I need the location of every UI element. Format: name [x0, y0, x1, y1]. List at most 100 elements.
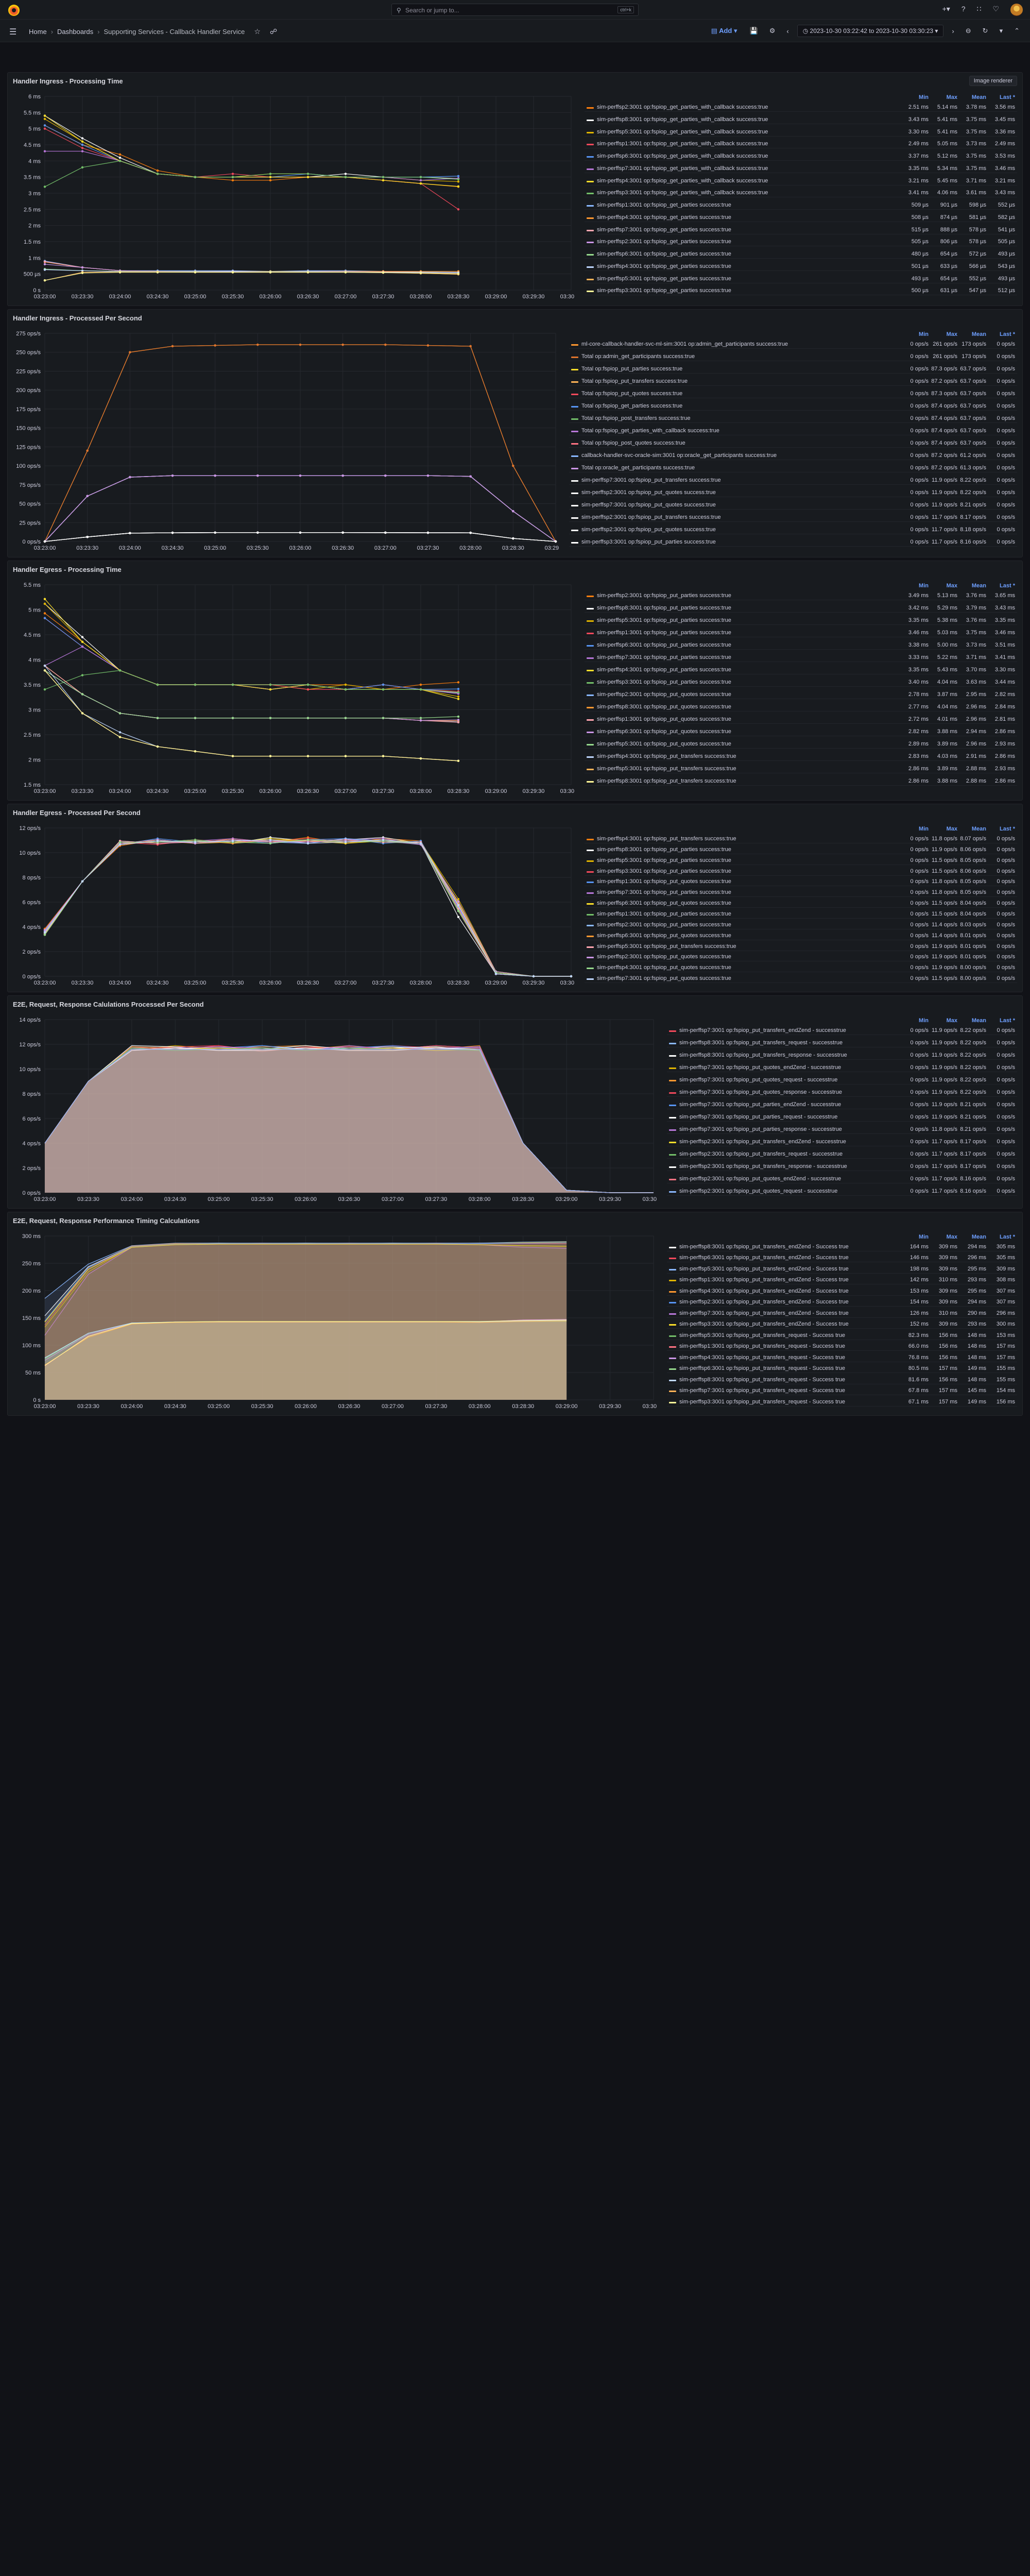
legend-row[interactable]: sim-perffsp7:3001 op:fspiop_put_parties …	[585, 889, 1017, 897]
time-forward-icon[interactable]: ›	[949, 26, 957, 37]
legend-row[interactable]: sim-perffsp7:3001 op:fspiop_put_transfer…	[667, 1387, 1017, 1396]
legend-row[interactable]: sim-perffsp4:3001 op:fspiop_put_transfer…	[667, 1354, 1017, 1362]
legend-row[interactable]: sim-perffsp5:3001 op:fspiop_put_transfer…	[585, 765, 1017, 773]
add-button[interactable]: ▤ Add ▾	[707, 25, 742, 37]
legend-header-min[interactable]: Min	[900, 1018, 929, 1024]
legend-row[interactable]: sim-perffsp2:3001 op:fspiop_put_parties …	[585, 921, 1017, 929]
collapse-icon[interactable]: ⌃	[1011, 25, 1023, 37]
legend-header-last[interactable]: Last *	[986, 826, 1015, 832]
legend-header-min[interactable]: Min	[900, 1234, 929, 1240]
legend-row[interactable]: sim-perffsp1:3001 op:fspiop_put_transfer…	[667, 1276, 1017, 1285]
rss-icon[interactable]: ∷	[977, 5, 982, 13]
legend-row[interactable]: Total op:fspiop_get_parties_with_callbac…	[569, 427, 1017, 435]
breadcrumb-dashboards[interactable]: Dashboards	[57, 28, 93, 36]
legend-row[interactable]: sim-perffsp8:3001 op:fspiop_put_transfer…	[667, 1376, 1017, 1384]
legend-row[interactable]: sim-perffsp1:3001 op:fspiop_put_parties …	[585, 910, 1017, 919]
legend-row[interactable]: sim-perffsp2:3001 op:fspiop_put_quotes s…	[585, 953, 1017, 962]
legend-header-last[interactable]: Last *	[986, 94, 1015, 100]
help-icon[interactable]: ?	[962, 5, 966, 13]
legend-row[interactable]: sim-perffsp3:3001 op:fspiop_put_transfer…	[667, 1398, 1017, 1406]
legend-row[interactable]: Total op:fspiop_post_quotes success:true…	[569, 439, 1017, 448]
legend-row[interactable]: sim-perffsp4:3001 op:fspiop_put_quotes s…	[585, 964, 1017, 973]
image-renderer-button[interactable]: Image renderer	[969, 76, 1017, 86]
legend-row[interactable]: callback-handler-svc-oracle-sim:3001 op:…	[569, 452, 1017, 460]
legend-header-max[interactable]: Max	[929, 826, 957, 832]
menu-icon[interactable]: ☰	[9, 27, 16, 37]
legend-row[interactable]: sim-perffsp5:3001 op:fspiop_put_transfer…	[667, 1265, 1017, 1274]
legend-row[interactable]: sim-perffsp2:3001 op:fspiop_put_transfer…	[667, 1150, 1017, 1159]
legend-row[interactable]: Total op:fspiop_post_transfers success:t…	[569, 415, 1017, 423]
legend-row[interactable]: sim-perffsp2:3001 op:fspiop_put_quotes_r…	[667, 1188, 1017, 1196]
legend-row[interactable]: Total op:fspiop_put_parties success:true…	[569, 365, 1017, 374]
legend-header-max[interactable]: Max	[929, 1234, 957, 1240]
legend-header-mean[interactable]: Mean	[957, 826, 986, 832]
legend-row[interactable]: sim-perffsp6:3001 op:fspiop_put_parties …	[585, 641, 1017, 650]
legend-row[interactable]: sim-perffsp6:3001 op:fspiop_put_transfer…	[667, 1254, 1017, 1263]
legend-row[interactable]: sim-perffsp4:3001 op:fspiop_get_parties …	[585, 263, 1017, 271]
legend-header-last[interactable]: Last *	[986, 583, 1015, 589]
legend-row[interactable]: sim-perffsp7:3001 op:fspiop_put_transfer…	[569, 477, 1017, 485]
legend-row[interactable]: sim-perffsp1:3001 op:fspiop_put_quotes s…	[585, 716, 1017, 724]
legend-row[interactable]: ml-core-callback-handler-svc-ml-sim:3001…	[569, 341, 1017, 349]
legend-row[interactable]: sim-perffsp6:3001 op:fspiop_put_transfer…	[667, 1365, 1017, 1374]
legend-row[interactable]: sim-perffsp5:3001 op:fspiop_put_parties …	[585, 857, 1017, 865]
legend-row[interactable]: sim-perffsp2:3001 op:fspiop_put_transfer…	[569, 514, 1017, 522]
legend-row[interactable]: sim-perffsp2:3001 op:fspiop_get_parties …	[585, 238, 1017, 247]
time-range-picker[interactable]: ◷ 2023-10-30 03:22:42 to 2023-10-30 03:3…	[797, 25, 944, 37]
legend-row[interactable]: sim-perffsp7:3001 op:fspiop_put_transfer…	[667, 1027, 1017, 1035]
legend-header-mean[interactable]: Mean	[957, 1234, 986, 1240]
legend-row[interactable]: sim-perffsp4:3001 op:fspiop_put_parties …	[585, 666, 1017, 674]
legend-row[interactable]: sim-perffsp3:3001 op:fspiop_put_transfer…	[667, 1320, 1017, 1329]
legend-row[interactable]: sim-perffsp1:3001 op:fspiop_get_parties_…	[585, 140, 1017, 149]
legend-row[interactable]: sim-perffsp7:3001 op:fspiop_put_quotes_r…	[667, 1076, 1017, 1084]
legend-row[interactable]: sim-perffsp8:3001 op:fspiop_put_parties …	[585, 846, 1017, 854]
legend-row[interactable]: sim-perffsp5:3001 op:fspiop_put_transfer…	[667, 1332, 1017, 1340]
legend-row[interactable]: sim-perffsp6:3001 op:fspiop_put_quotes s…	[585, 728, 1017, 736]
legend-header-min[interactable]: Min	[900, 331, 929, 337]
legend-row[interactable]: sim-perffsp2:3001 op:fspiop_put_quotes s…	[569, 489, 1017, 497]
legend-row[interactable]: sim-perffsp6:3001 op:fspiop_put_quotes s…	[585, 900, 1017, 908]
bell-icon[interactable]: ♡	[992, 5, 999, 13]
legend-row[interactable]: sim-perffsp2:3001 op:fspiop_get_parties_…	[585, 104, 1017, 112]
save-icon[interactable]: 💾	[747, 25, 761, 37]
avatar[interactable]	[1010, 4, 1023, 16]
zoom-out-icon[interactable]: ⊖	[963, 25, 974, 37]
legend-row[interactable]: Total op:oracle_get_participants success…	[569, 464, 1017, 472]
legend-row[interactable]: sim-perffsp8:3001 op:fspiop_put_parties …	[585, 604, 1017, 613]
legend-row[interactable]: sim-perffsp2:3001 op:fspiop_put_quotes s…	[569, 526, 1017, 534]
legend-row[interactable]: sim-perffsp4:3001 op:fspiop_get_parties …	[585, 214, 1017, 222]
plus-icon[interactable]: +▾	[942, 5, 950, 13]
legend-row[interactable]: Total op:admin_get_participants success:…	[569, 353, 1017, 361]
search-input[interactable]: ⚲ Search or jump to... ctrl+k	[391, 4, 639, 16]
legend-row[interactable]: sim-perffsp6:3001 op:fspiop_put_quotes s…	[585, 932, 1017, 940]
legend-row[interactable]: sim-perffsp8:3001 op:fspiop_get_parties_…	[585, 116, 1017, 124]
legend-header-mean[interactable]: Mean	[957, 1018, 986, 1024]
legend-row[interactable]: sim-perffsp1:3001 op:fspiop_get_parties …	[585, 201, 1017, 210]
legend-row[interactable]: sim-perffsp2:3001 op:fspiop_put_transfer…	[667, 1163, 1017, 1171]
legend-row[interactable]: sim-perffsp2:3001 op:fspiop_put_parties …	[585, 592, 1017, 600]
legend-header-last[interactable]: Last *	[986, 1234, 1015, 1240]
legend-header-mean[interactable]: Mean	[957, 583, 986, 589]
legend-row[interactable]: sim-perffsp1:3001 op:fspiop_put_transfer…	[667, 1343, 1017, 1351]
legend-row[interactable]: sim-perffsp2:3001 op:fspiop_put_quotes s…	[585, 691, 1017, 699]
legend-row[interactable]: Total op:fspiop_get_parties success:true…	[569, 402, 1017, 411]
legend-row[interactable]: sim-perffsp4:3001 op:fspiop_get_parties_…	[585, 177, 1017, 185]
legend-row[interactable]: sim-perffsp4:3001 op:fspiop_put_transfer…	[585, 835, 1017, 843]
legend-row[interactable]: sim-perffsp3:3001 op:fspiop_put_parties …	[585, 679, 1017, 687]
legend-row[interactable]: sim-perffsp3:3001 op:fspiop_put_parties …	[569, 538, 1017, 547]
legend-row[interactable]: sim-perffsp7:3001 op:fspiop_put_quotes s…	[569, 501, 1017, 510]
legend-row[interactable]: sim-perffsp7:3001 op:fspiop_put_parties_…	[667, 1101, 1017, 1109]
legend-header-min[interactable]: Min	[900, 826, 929, 832]
legend-row[interactable]: sim-perffsp5:3001 op:fspiop_put_transfer…	[585, 943, 1017, 951]
legend-row[interactable]: sim-perffsp5:3001 op:fspiop_get_parties_…	[585, 128, 1017, 137]
legend-row[interactable]: sim-perffsp3:3001 op:fspiop_get_parties_…	[585, 189, 1017, 198]
settings-gear-icon[interactable]: ⚙	[766, 25, 779, 37]
legend-row[interactable]: sim-perffsp7:3001 op:fspiop_put_parties_…	[667, 1113, 1017, 1122]
legend-row[interactable]: sim-perffsp7:3001 op:fspiop_put_parties_…	[667, 1126, 1017, 1134]
star-icon[interactable]: ☆	[254, 27, 261, 36]
legend-row[interactable]: sim-perffsp8:3001 op:fspiop_put_transfer…	[585, 777, 1017, 786]
refresh-interval-dropdown[interactable]: ▾	[997, 25, 1006, 37]
legend-row[interactable]: sim-perffsp7:3001 op:fspiop_put_parties …	[585, 654, 1017, 662]
legend-header-min[interactable]: Min	[900, 94, 929, 100]
breadcrumb-home[interactable]: Home	[29, 28, 47, 36]
